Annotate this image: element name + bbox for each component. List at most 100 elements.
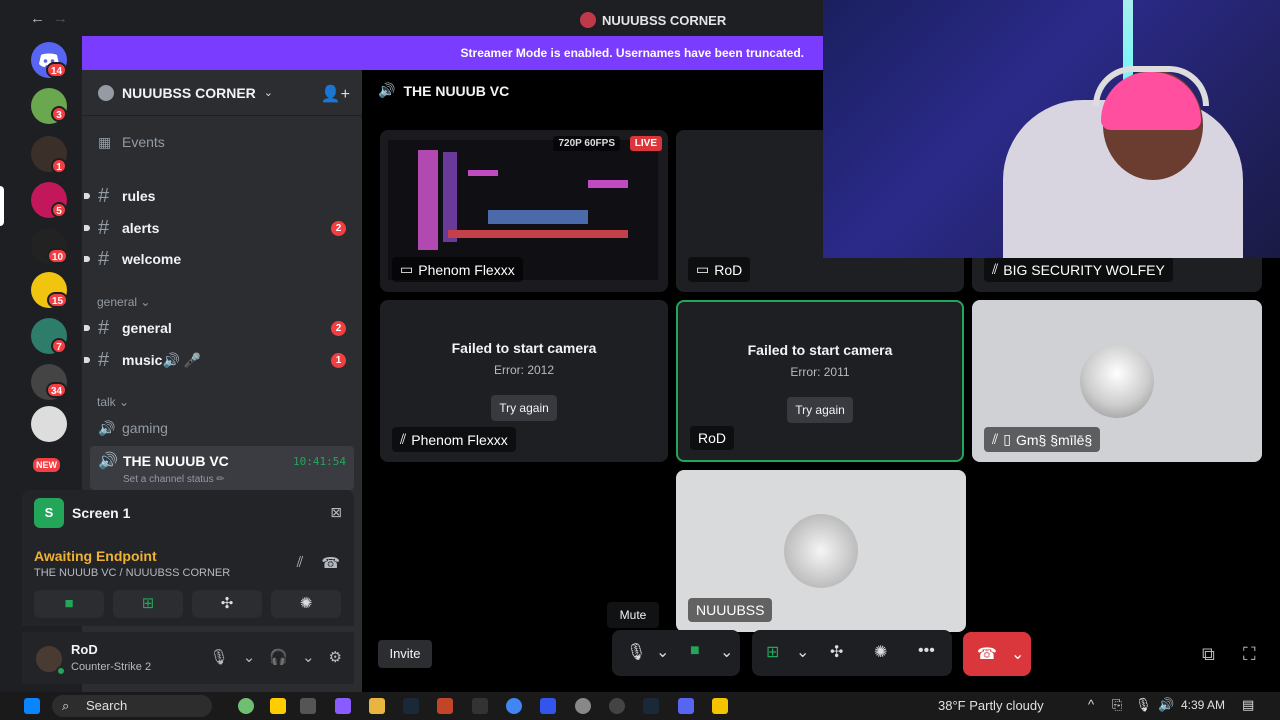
task-view-icon[interactable] <box>300 698 316 714</box>
unread-badge: 15 <box>47 292 69 308</box>
app-icon[interactable] <box>437 698 453 714</box>
popout-icon[interactable]: ⧉ <box>1202 644 1215 665</box>
server-mini-icon <box>580 12 596 28</box>
participant-nameplate: ▭ Phenom Flexxx <box>392 257 523 282</box>
try-again-button[interactable]: Try again <box>491 395 557 421</box>
forward-arrow-icon[interactable]: → <box>53 10 68 27</box>
app-icon[interactable] <box>712 698 728 714</box>
chevron-down-icon[interactable]: ⌄ <box>243 648 256 666</box>
events-label: Events <box>122 134 165 150</box>
end-call-button[interactable]: ☎ ⌄ <box>963 632 1031 676</box>
participant-tile-speaking[interactable]: Failed to start camera Error: 2011 Try a… <box>676 300 964 462</box>
participant-tile[interactable]: Failed to start camera Error: 2012 Try a… <box>380 300 668 462</box>
volume-icon[interactable]: 🔊 <box>1158 697 1174 713</box>
activities-icon[interactable]: ✣ <box>830 642 843 662</box>
windows-start-icon[interactable] <box>24 698 40 714</box>
tray-app-icon[interactable]: ⎘ <box>1112 697 1122 713</box>
server-skull-icon[interactable] <box>31 406 67 442</box>
connection-state: Awaiting Endpoint <box>34 548 157 564</box>
guild-header[interactable]: NUUUBSS CORNER ⌄ 👤+ <box>82 70 362 116</box>
speaker-icon: 🔊 <box>378 82 396 98</box>
noise-suppression-icon[interactable]: ⫽ <box>297 554 304 572</box>
steam-icon[interactable] <box>643 698 659 714</box>
participant-nameplate: ⫽ BIG SECURITY WOLFEY <box>984 257 1173 282</box>
unread-badge: 1 <box>51 158 67 174</box>
soundboard-button[interactable]: ✺ <box>271 590 341 618</box>
participant-tile[interactable]: ⫽ ▯ Gm§ §mīlē§ <box>972 300 1262 462</box>
unread-badge: 7 <box>51 338 67 354</box>
copilot-icon[interactable] <box>335 698 351 714</box>
guild-name: NUUUBSS CORNER <box>122 84 256 101</box>
screen-icon: ▭ <box>696 261 710 277</box>
more-options-icon[interactable]: ••• <box>918 642 935 660</box>
chevron-down-icon[interactable]: ⌄ <box>656 642 669 662</box>
headphones-icon[interactable]: 🎧 <box>269 648 288 666</box>
widgets-icon[interactable] <box>238 698 254 714</box>
channel-rules[interactable]: # rules <box>84 181 354 211</box>
steam-icon[interactable] <box>403 698 419 714</box>
channel-general[interactable]: # general 2 <box>84 313 354 343</box>
channel-label: alerts <box>122 220 160 236</box>
active-voice-channel[interactable]: 🔊 THE NUUUB VC 10:41:54 Set a channel st… <box>90 446 354 490</box>
file-explorer-icon[interactable] <box>369 698 385 714</box>
app-icon[interactable] <box>609 698 625 714</box>
stop-stream-icon[interactable]: ⊠ <box>330 504 342 521</box>
taskbar-search[interactable]: ⌕ Search <box>52 695 212 717</box>
unread-dot <box>84 325 90 331</box>
screen-share-icon: S <box>34 498 64 528</box>
settings-gear-icon[interactable]: ⚙ <box>329 648 342 666</box>
call-header: 🔊 THE NUUUB VC <box>378 82 509 99</box>
camera-button[interactable]: ■ <box>34 590 104 618</box>
chevron-down-icon[interactable]: ⌄ <box>720 642 733 662</box>
tray-chevron-icon[interactable]: ^ <box>1088 697 1094 712</box>
notifications-icon[interactable]: ▤ <box>1242 697 1254 713</box>
add-user-icon[interactable]: 👤+ <box>321 84 350 104</box>
chrome-icon[interactable] <box>506 698 522 714</box>
microphone-tray-icon[interactable]: 🎙 <box>1135 697 1152 713</box>
app-icon[interactable] <box>575 698 591 714</box>
fullscreen-icon[interactable]: ⛶ <box>1243 644 1256 665</box>
camera-error-title: Failed to start camera <box>451 340 597 356</box>
category-general[interactable]: general ⌄ <box>97 295 150 309</box>
chevron-down-icon[interactable]: ⌄ <box>302 648 315 666</box>
discord-icon[interactable] <box>678 698 694 714</box>
voice-connection-panel: S Screen 1 ⊠ Awaiting Endpoint THE NUUUB… <box>22 490 354 626</box>
clock[interactable]: 4:39 AM <box>1181 698 1225 712</box>
app-icon[interactable] <box>540 698 556 714</box>
back-arrow-icon[interactable]: ← <box>30 10 45 27</box>
microphone-icon[interactable]: 🎙 <box>626 642 646 662</box>
try-again-button[interactable]: Try again <box>787 397 853 423</box>
disconnect-icon[interactable]: ☎ <box>321 554 340 572</box>
category-talk[interactable]: talk ⌄ <box>97 395 129 409</box>
voice-channel-gaming[interactable]: 🔊 gaming <box>90 413 354 443</box>
weather-widget[interactable]: 38°F Partly cloudy <box>938 698 1044 713</box>
events-item[interactable]: ▦ Events <box>90 127 354 157</box>
live-badge: LIVE <box>629 136 662 151</box>
screen-share-button[interactable]: ⊞ <box>113 590 183 618</box>
app-icon[interactable] <box>472 698 488 714</box>
hash-icon: # <box>98 247 110 270</box>
window-title: NUUUBSS CORNER <box>580 12 726 28</box>
soundboard-icon[interactable]: ✺ <box>874 642 887 662</box>
activities-button[interactable]: ✣ <box>192 590 262 618</box>
participant-tile[interactable]: NUUUBSS <box>676 470 966 632</box>
channel-music[interactable]: # music🔊 🎤 1 <box>84 345 354 375</box>
username[interactable]: RoD <box>71 642 98 657</box>
screen-share-row: S Screen 1 <box>34 498 130 528</box>
unread-badge: 3 <box>51 106 67 122</box>
invite-button[interactable]: Invite <box>378 640 432 668</box>
channel-status[interactable]: Set a channel status ✏ <box>123 474 225 485</box>
chevron-down-icon[interactable]: ⌄ <box>796 642 809 662</box>
participant-name: NUUUBSS <box>696 602 765 618</box>
app-icon[interactable] <box>270 698 286 714</box>
stream-tile[interactable]: 720P 60FPS LIVE ▭ Phenom Flexxx <box>380 130 668 292</box>
channel-welcome[interactable]: # welcome <box>84 244 354 274</box>
participant-name: Phenom Flexxx <box>418 261 515 278</box>
channel-alerts[interactable]: # alerts 2 <box>84 213 354 243</box>
microphone-icon[interactable]: 🎙 <box>210 648 229 666</box>
screen-share-icon[interactable]: ⊞ <box>766 642 779 662</box>
chevron-down-icon: ⌄ <box>263 87 274 99</box>
connection-location[interactable]: THE NUUUB VC / NUUUBSS CORNER <box>34 567 230 579</box>
guild-icon <box>98 84 114 101</box>
camera-icon[interactable]: ■ <box>690 642 700 660</box>
